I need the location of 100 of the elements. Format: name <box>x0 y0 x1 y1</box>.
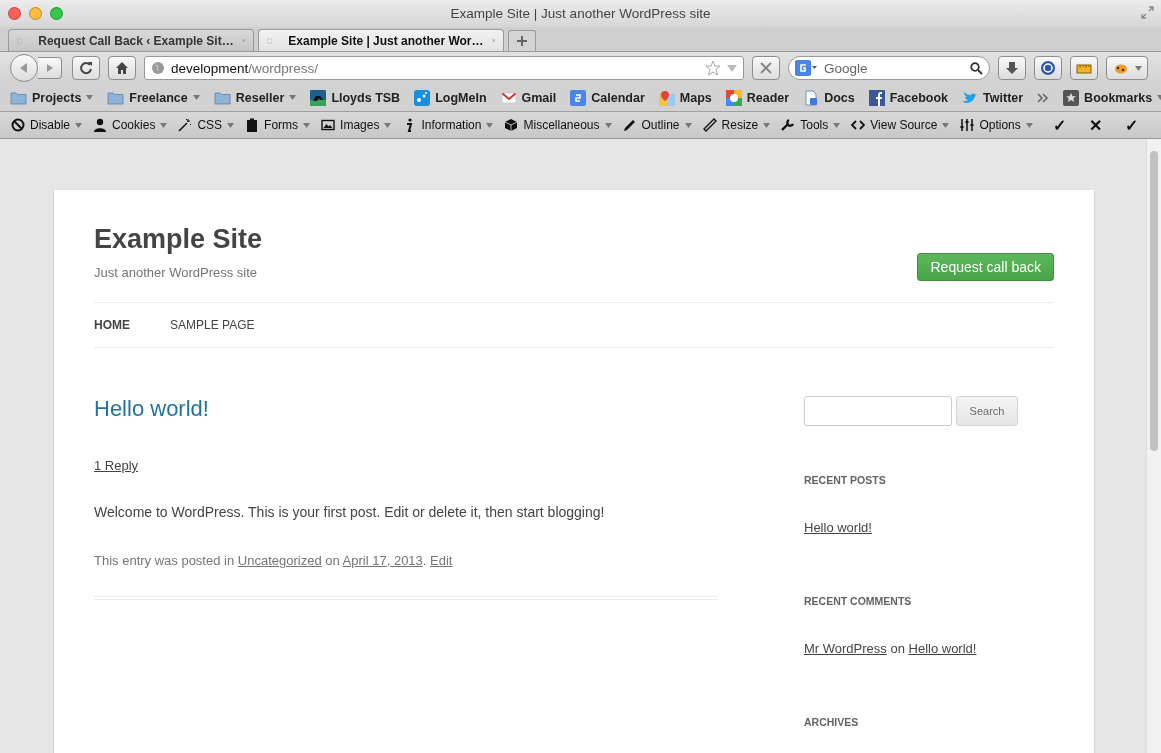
ban-icon <box>11 118 25 132</box>
widget-heading: ARCHIVES <box>804 716 859 728</box>
caret-icon <box>384 122 392 128</box>
toolbar-menu[interactable]: Images <box>321 118 392 132</box>
post-title[interactable]: Hello world! <box>94 396 209 421</box>
bookmark-folder[interactable]: Freelance <box>107 90 200 105</box>
caret-icon <box>289 95 297 100</box>
toolbar-menu[interactable]: Outline <box>622 118 692 132</box>
bookmark-item[interactable]: Twitter <box>962 89 1024 106</box>
toolbar-menu[interactable]: Tools <box>781 118 841 132</box>
ring-icon <box>1040 60 1056 76</box>
bookmark-item[interactable]: Docs <box>803 89 855 106</box>
new-tab-button[interactable] <box>508 30 536 51</box>
chevron-icon[interactable] <box>1037 92 1050 103</box>
caret-icon <box>160 122 168 128</box>
close-button[interactable] <box>8 7 21 20</box>
text-link[interactable]: Hello world! <box>804 520 872 535</box>
cube-icon <box>504 118 519 132</box>
home-icon <box>115 61 129 75</box>
text-link[interactable]: Hello world! <box>908 641 977 656</box>
sliders-icon <box>960 118 975 132</box>
zoom-button[interactable] <box>50 7 63 20</box>
site-tagline: Just another WordPress site <box>94 265 258 280</box>
bookmark-item[interactable]: LogMeIn <box>414 89 487 106</box>
caret-icon <box>192 95 200 100</box>
reply-link[interactable]: 1 Reply <box>94 458 139 473</box>
code-icon <box>851 118 866 132</box>
nav-link[interactable]: HOME <box>94 318 130 332</box>
caret-icon <box>227 122 235 128</box>
wrench-icon <box>781 118 796 132</box>
text-link[interactable]: Edit <box>430 552 453 568</box>
caret-icon <box>942 122 950 128</box>
toolbar-menu[interactable]: Information <box>402 118 494 132</box>
caret-icon <box>684 122 692 128</box>
stop-button[interactable] <box>752 56 780 80</box>
toolbar-menu[interactable]: Resize <box>702 118 771 132</box>
browser-tab[interactable]: Example Site | Just another Wor… <box>258 29 504 51</box>
search-engine-icon[interactable] <box>795 60 819 76</box>
envelope-icon <box>500 89 517 106</box>
close-icon <box>760 62 772 74</box>
reload-button[interactable] <box>72 56 100 80</box>
caret-icon <box>1134 65 1142 71</box>
toolbar-menu[interactable]: Disable <box>11 118 83 132</box>
caret-icon <box>604 122 612 128</box>
forward-button[interactable] <box>38 57 62 79</box>
back-arrow-icon <box>18 62 30 74</box>
dropdown-icon[interactable] <box>727 64 737 72</box>
status-mark[interactable]: ✓ <box>1123 115 1140 135</box>
map-pin-icon <box>658 89 675 106</box>
toolbar-menu[interactable]: Cookies <box>93 118 168 132</box>
fullscreen-icon[interactable] <box>1141 6 1154 19</box>
person-icon <box>93 118 108 132</box>
plus-icon <box>516 35 528 47</box>
back-button[interactable] <box>10 54 38 82</box>
download-button[interactable] <box>998 56 1026 80</box>
scrollbar[interactable] <box>1146 139 1161 753</box>
toolbar-menu[interactable]: View Source <box>851 118 950 132</box>
home-button[interactable] <box>108 56 136 80</box>
toolbar-menu[interactable]: Forms <box>245 118 311 132</box>
address-field[interactable]: development/wordpress/ <box>144 56 744 80</box>
search-button[interactable]: Search <box>956 396 1018 426</box>
search-field[interactable]: Google <box>822 59 967 77</box>
widget-line: Mr WordPress on Hello world! <box>804 641 977 656</box>
bookmark-item[interactable]: Maps <box>658 89 712 106</box>
ruler-button[interactable] <box>1070 56 1098 80</box>
bookmark-folder[interactable]: Projects <box>10 90 94 105</box>
browser-tab[interactable]: Request Call Back ‹ Example Sit… <box>8 29 254 51</box>
calendar-icon <box>570 89 587 106</box>
search-input[interactable] <box>804 396 952 426</box>
search-bar[interactable]: Google <box>788 56 990 80</box>
toolbar-menu[interactable]: Miscellaneous <box>504 118 612 132</box>
clipboard-icon <box>245 118 260 132</box>
search-icon[interactable] <box>970 61 983 75</box>
bookmark-item[interactable]: Facebook <box>868 89 949 106</box>
toolbar-menu[interactable]: Options <box>960 118 1033 132</box>
text-link[interactable]: April 17, 2013 <box>342 552 423 568</box>
bookmark-item[interactable]: Reader <box>725 89 790 106</box>
bird-icon <box>962 89 979 106</box>
nav-link[interactable]: SAMPLE PAGE <box>170 318 255 332</box>
caret-icon <box>486 122 494 128</box>
folder-icon <box>10 90 27 105</box>
caret-icon <box>86 95 94 100</box>
bookmark-item[interactable]: Calendar <box>570 89 645 106</box>
bookmark-item[interactable]: Gmail <box>500 89 557 106</box>
toolbar-menu[interactable]: CSS <box>178 118 235 132</box>
bookmark-folder[interactable]: Reseller <box>213 90 297 105</box>
status-mark[interactable]: ✓ <box>1051 115 1068 135</box>
firebug-button[interactable] <box>1106 56 1148 80</box>
dots-tile-icon <box>414 89 431 106</box>
status-mark[interactable]: ✕ <box>1087 115 1104 135</box>
reload-icon <box>79 61 93 75</box>
bookmark-item[interactable]: Lloyds TSB <box>310 89 401 106</box>
text-link[interactable]: Uncategorized <box>237 552 322 568</box>
bookmarks-menu[interactable]: Bookmarks <box>1063 89 1161 106</box>
ruler-icon <box>702 118 717 132</box>
star-icon[interactable] <box>705 60 721 76</box>
extension-button[interactable] <box>1034 56 1062 80</box>
text-link[interactable]: Mr WordPress <box>804 641 887 656</box>
minimize-button[interactable] <box>29 7 42 20</box>
site-title[interactable]: Example Site <box>94 224 263 254</box>
